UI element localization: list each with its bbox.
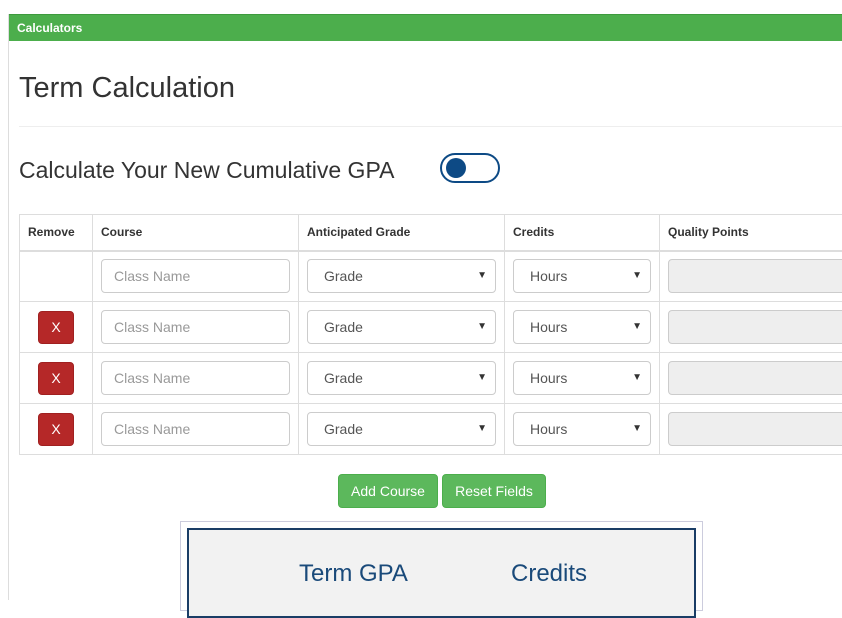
divider [19,126,842,127]
term-gpa-label: Term GPA [299,560,408,588]
header-anticipated-grade: Anticipated Grade [299,215,505,251]
results-box: Term GPA Credits [180,521,703,611]
remove-cell [20,251,93,302]
header-credits: Credits [505,215,660,251]
table-row: X Grade ▼ Hours ▼ [20,404,842,455]
dropdown-arrow-icon: ▼ [632,321,642,332]
header-remove: Remove [20,215,93,251]
dropdown-arrow-icon: ▼ [477,270,487,281]
remove-row-button[interactable]: X [38,362,74,395]
grade-select-value: Grade [324,370,363,386]
header-course: Course [93,215,299,251]
course-name-input[interactable] [101,310,290,344]
remove-row-button[interactable]: X [38,413,74,446]
credits-label: Credits [511,560,587,588]
cumulative-gpa-toggle[interactable] [440,153,500,183]
credits-select-value: Hours [530,268,567,284]
table-row: Grade ▼ Hours ▼ [20,251,842,302]
credits-select[interactable]: Hours ▼ [513,259,651,293]
dropdown-arrow-icon: ▼ [477,423,487,434]
dropdown-arrow-icon: ▼ [477,321,487,332]
course-name-input[interactable] [101,361,290,395]
dropdown-arrow-icon: ▼ [632,372,642,383]
panel-header-title: Calculators [17,21,82,35]
table-header-row: Remove Course Anticipated Grade Credits … [20,215,842,251]
quality-points-field [668,361,842,395]
header-quality-points: Quality Points [660,215,842,251]
credits-select[interactable]: Hours ▼ [513,310,651,344]
grade-select[interactable]: Grade ▼ [307,259,496,293]
panel-header: Calculators [9,14,842,41]
grade-select[interactable]: Grade ▼ [307,412,496,446]
course-table: Remove Course Anticipated Grade Credits … [19,214,842,455]
toggle-knob [446,158,466,178]
grade-select-value: Grade [324,268,363,284]
credits-select-value: Hours [530,421,567,437]
course-name-input[interactable] [101,259,290,293]
credits-select[interactable]: Hours ▼ [513,361,651,395]
grade-select[interactable]: Grade ▼ [307,361,496,395]
grade-select-value: Grade [324,421,363,437]
page-title: Term Calculation [19,72,235,105]
calculators-panel: Calculators Term Calculation Calculate Y… [8,14,842,600]
dropdown-arrow-icon: ▼ [477,372,487,383]
add-course-button[interactable]: Add Course [338,474,438,508]
remove-row-button[interactable]: X [38,311,74,344]
dropdown-arrow-icon: ▼ [632,270,642,281]
reset-fields-button[interactable]: Reset Fields [442,474,546,508]
quality-points-field [668,310,842,344]
credits-select-value: Hours [530,370,567,386]
table-row: X Grade ▼ Hours ▼ [20,302,842,353]
grade-select-value: Grade [324,319,363,335]
dropdown-arrow-icon: ▼ [632,423,642,434]
quality-points-field [668,259,842,293]
credits-select-value: Hours [530,319,567,335]
course-name-input[interactable] [101,412,290,446]
grade-select[interactable]: Grade ▼ [307,310,496,344]
quality-points-field [668,412,842,446]
table-row: X Grade ▼ Hours ▼ [20,353,842,404]
cumulative-gpa-label: Calculate Your New Cumulative GPA [19,157,394,184]
credits-select[interactable]: Hours ▼ [513,412,651,446]
results-inner: Term GPA Credits [187,528,696,618]
